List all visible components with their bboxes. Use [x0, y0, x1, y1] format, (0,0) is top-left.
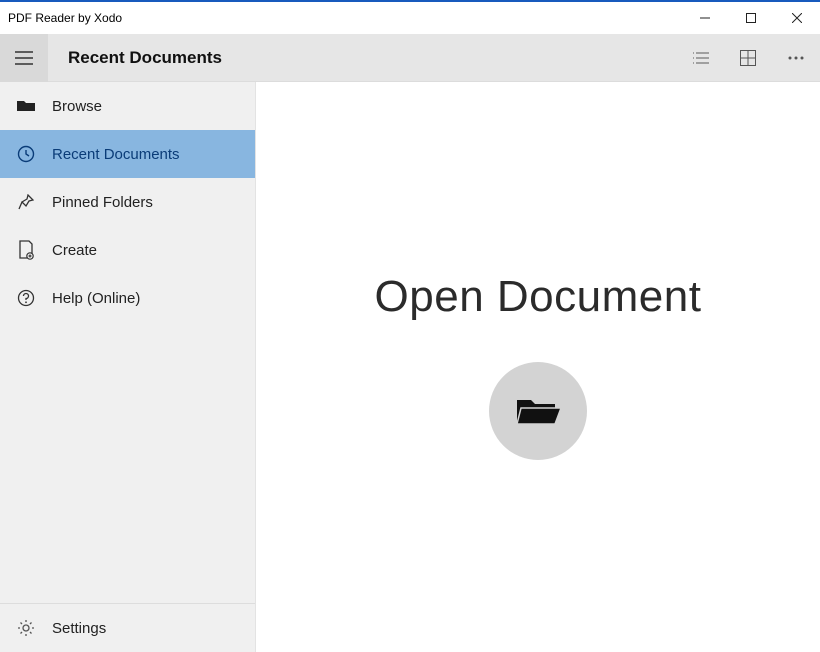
- more-button[interactable]: [772, 34, 820, 82]
- sidebar-item-label: Settings: [52, 620, 106, 637]
- window-title: PDF Reader by Xodo: [8, 11, 122, 25]
- gear-icon: [16, 619, 36, 637]
- sidebar-item-label: Help (Online): [52, 290, 140, 307]
- minimize-button[interactable]: [682, 2, 728, 34]
- pin-icon: [16, 194, 36, 210]
- clock-icon: [16, 145, 36, 163]
- close-button[interactable]: [774, 2, 820, 34]
- folder-open-icon: [515, 394, 561, 428]
- sidebar: Browse Recent Documents Pinned Folders C…: [0, 82, 256, 652]
- maximize-icon: [746, 13, 756, 23]
- close-icon: [792, 13, 802, 23]
- create-doc-icon: [16, 240, 36, 260]
- sidebar-item-pinned[interactable]: Pinned Folders: [0, 178, 255, 226]
- sidebar-item-label: Browse: [52, 98, 102, 115]
- sidebar-item-settings[interactable]: Settings: [0, 604, 255, 652]
- list-icon: [691, 51, 709, 65]
- open-document-heading: Open Document: [375, 272, 702, 322]
- sidebar-item-label: Recent Documents: [52, 146, 180, 163]
- sidebar-list: Browse Recent Documents Pinned Folders C…: [0, 82, 255, 603]
- sidebar-item-label: Pinned Folders: [52, 194, 153, 211]
- grid-view-button[interactable]: [724, 34, 772, 82]
- help-icon: [16, 289, 36, 307]
- open-document-button[interactable]: [489, 362, 587, 460]
- page-title: Recent Documents: [68, 48, 222, 68]
- toolbar: Recent Documents: [0, 34, 820, 82]
- hamburger-button[interactable]: [0, 34, 48, 82]
- more-icon: [788, 56, 804, 60]
- titlebar: PDF Reader by Xodo: [0, 2, 820, 34]
- window-controls: [682, 2, 820, 34]
- minimize-icon: [700, 13, 710, 23]
- maximize-button[interactable]: [728, 2, 774, 34]
- folder-icon: [16, 99, 36, 113]
- list-view-button[interactable]: [676, 34, 724, 82]
- sidebar-item-create[interactable]: Create: [0, 226, 255, 274]
- grid-icon: [740, 50, 756, 66]
- main-content: Open Document: [256, 82, 820, 652]
- body: Browse Recent Documents Pinned Folders C…: [0, 82, 820, 652]
- sidebar-item-recent[interactable]: Recent Documents: [0, 130, 255, 178]
- hamburger-icon: [15, 51, 33, 65]
- sidebar-item-browse[interactable]: Browse: [0, 82, 255, 130]
- sidebar-footer: Settings: [0, 603, 255, 652]
- sidebar-item-label: Create: [52, 242, 97, 259]
- sidebar-item-help[interactable]: Help (Online): [0, 274, 255, 322]
